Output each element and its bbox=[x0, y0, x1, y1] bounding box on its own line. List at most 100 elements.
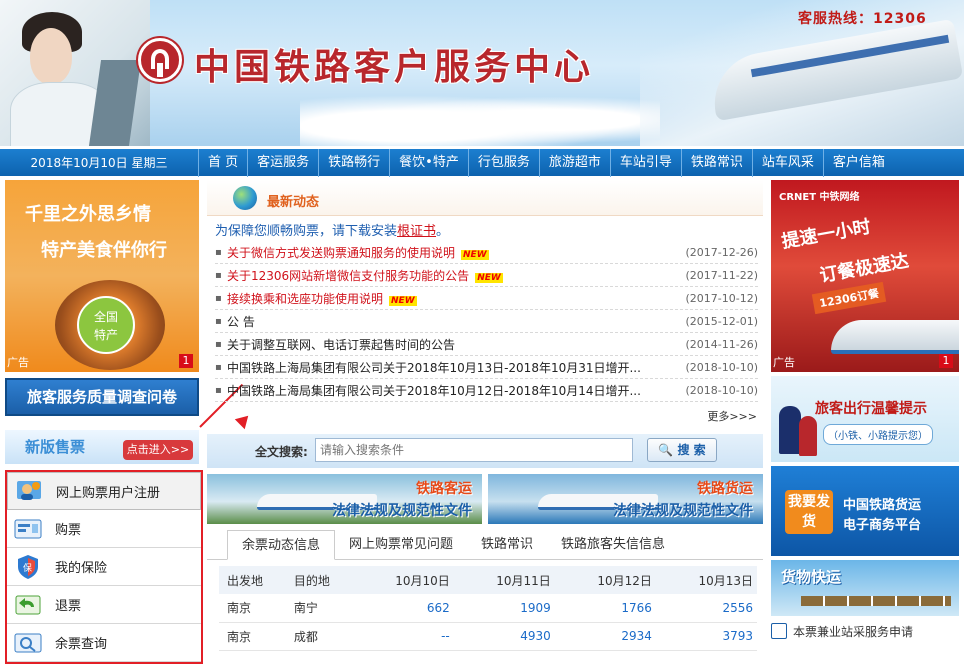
nav-item-railway-travel[interactable]: 铁路畅行 bbox=[318, 148, 389, 177]
ticket-count-cell[interactable]: 2556 bbox=[655, 594, 757, 623]
column-header: 10月12日 bbox=[554, 566, 656, 594]
menu-item-user-register[interactable]: 网上购票用户注册 bbox=[7, 472, 201, 510]
menu-item-ticket-query[interactable]: 余票查询 bbox=[7, 624, 201, 662]
news-date: (2018-10-10) bbox=[685, 360, 758, 374]
news-title[interactable]: 关于12306网站新增微信支付服务功能的公告 NEW bbox=[227, 267, 678, 284]
freight-train-image bbox=[801, 596, 951, 606]
customer-service-agent-image bbox=[0, 0, 150, 146]
search-input[interactable] bbox=[315, 438, 633, 462]
nav-item-home[interactable]: 首 页 bbox=[198, 148, 247, 177]
left-column: 千里之外思乡情 特产美食伴你行 全国 特产 广告 1 旅客服务质量调查问卷 新版… bbox=[5, 180, 203, 664]
ticket-count-cell[interactable]: 4930 bbox=[453, 622, 555, 651]
news-list: ▪ 关于微信方式发送购票通知服务的使用说明 NEW (2017-12-26) ▪ … bbox=[215, 241, 758, 402]
nav-item-customer-mailbox[interactable]: 客户信箱 bbox=[822, 148, 894, 177]
news-title[interactable]: 中国铁路上海局集团有限公司关于2018年10月12日-2018年10月14日增开… bbox=[227, 382, 678, 399]
menu-item-refund[interactable]: 退票 bbox=[7, 586, 201, 624]
tab-passenger-dishonesty[interactable]: 铁路旅客失信信息 bbox=[547, 530, 679, 560]
ad-index[interactable]: 1 bbox=[939, 354, 953, 368]
latest-news-header: 最新动态 bbox=[207, 180, 763, 216]
ticket-count-cell[interactable]: 1766 bbox=[554, 594, 656, 623]
specialty-food-ad[interactable]: 千里之外思乡情 特产美食伴你行 全国 特产 广告 1 bbox=[5, 180, 199, 372]
ad-label: 广告 bbox=[773, 356, 795, 369]
news-date: (2015-12-01) bbox=[685, 314, 758, 328]
service-application-link[interactable]: 本票兼业站采服务申请 bbox=[771, 622, 959, 640]
news-item[interactable]: ▪ 中国铁路上海局集团有限公司关于2018年10月12日-2018年10月14日… bbox=[215, 379, 758, 402]
table-header-row: 出发地 目的地 10月10日 10月11日 10月12日 10月13日 bbox=[219, 566, 757, 594]
news-item[interactable]: ▪ 关于调整互联网、电话订票起售时间的公告 (2014-11-26) bbox=[215, 333, 758, 356]
column-header: 目的地 bbox=[285, 566, 353, 594]
train-image bbox=[831, 320, 959, 354]
ship-goods-badge: 我要发货 bbox=[785, 490, 833, 534]
ticket-count-cell[interactable]: 2934 bbox=[554, 622, 656, 651]
news-title[interactable]: 关于调整互联网、电话订票起售时间的公告 bbox=[227, 336, 678, 353]
new-ticketing-label: 新版售票 bbox=[25, 438, 86, 456]
ad-index[interactable]: 1 bbox=[179, 354, 193, 368]
root-certificate-notice: 为保障您顺畅购票，请下载安装根证书。 bbox=[215, 224, 450, 239]
news-item[interactable]: ▪ 接续换乘和选座功能使用说明 NEW (2017-10-12) bbox=[215, 287, 758, 310]
menu-item-my-insurance[interactable]: 保 我的保险 bbox=[7, 548, 201, 586]
ticket-count-cell[interactable]: 3793 bbox=[655, 622, 757, 651]
crnet-logo: CRNET 中铁网络 bbox=[779, 192, 860, 203]
menu-item-buy-ticket[interactable]: 购票 bbox=[7, 510, 201, 548]
column-header: 10月11日 bbox=[453, 566, 555, 594]
news-date: (2014-11-26) bbox=[685, 337, 758, 351]
news-item[interactable]: ▪ 中国铁路上海局集团有限公司关于2018年10月13日-2018年10月31日… bbox=[215, 356, 758, 379]
meal-order-ad[interactable]: CRNET 中铁网络 提速一小时 订餐极速达 12306订餐 广告 1 bbox=[771, 180, 959, 372]
cargo-express-banner[interactable]: 货物快运 bbox=[771, 560, 959, 616]
freight-regulations-banner[interactable]: 铁路货运 法律法规及规范性文件 bbox=[488, 474, 763, 524]
nav-item-travel-market[interactable]: 旅游超市 bbox=[538, 148, 610, 177]
news-title[interactable]: 中国铁路上海局集团有限公司关于2018年10月13日-2018年10月31日增开… bbox=[227, 359, 678, 376]
latest-news-title: 最新动态 bbox=[267, 195, 320, 210]
search-button[interactable]: 🔍 搜 索 bbox=[647, 438, 717, 462]
ticket-purchase-icon bbox=[13, 516, 43, 542]
insurance-shield-icon: 保 bbox=[13, 554, 43, 580]
nav-item-station-guide[interactable]: 车站引导 bbox=[609, 148, 681, 177]
full-text-search-bar: 全文搜索: 🔍 搜 索 bbox=[207, 434, 763, 468]
regulation-banners: 铁路客运 法律法规及规范性文件 铁路货运 法律法规及规范性文件 bbox=[207, 474, 763, 524]
nav-item-luggage-service[interactable]: 行包服务 bbox=[467, 148, 539, 177]
tab-remaining-tickets[interactable]: 余票动态信息 bbox=[227, 530, 336, 560]
ad-line-1: 千里之外思乡情 bbox=[25, 204, 151, 225]
news-title[interactable]: 公 告 bbox=[227, 313, 678, 330]
column-header: 10月13日 bbox=[655, 566, 757, 594]
tab-railway-knowledge[interactable]: 铁路常识 bbox=[467, 530, 547, 560]
ad-label: 广告 bbox=[7, 356, 29, 369]
ticket-count-cell[interactable]: 1909 bbox=[453, 594, 555, 623]
news-title[interactable]: 关于微信方式发送购票通知服务的使用说明 NEW bbox=[227, 244, 678, 261]
new-badge-icon: NEW bbox=[475, 272, 503, 283]
table-row: 南京 南宁 662 1909 1766 2556 bbox=[219, 594, 757, 623]
more-news-link[interactable]: 更多>>> bbox=[207, 408, 757, 424]
news-item[interactable]: ▪ 公 告 (2015-12-01) bbox=[215, 310, 758, 333]
service-quality-survey-button[interactable]: 旅客服务质量调查问卷 bbox=[5, 378, 199, 416]
search-icon: 🔍 bbox=[658, 443, 674, 457]
news-title[interactable]: 接续换乘和选座功能使用说明 NEW bbox=[227, 290, 678, 307]
root-certificate-link[interactable]: 根证书 bbox=[397, 224, 436, 239]
travel-tips-banner[interactable]: 旅客出行温馨提示 （小铁、小路提示您） bbox=[771, 376, 959, 462]
ad-line-2: 特产美食伴你行 bbox=[41, 240, 167, 261]
phone-icon bbox=[771, 623, 787, 639]
passenger-regulations-banner[interactable]: 铁路客运 法律法规及规范性文件 bbox=[207, 474, 482, 524]
news-item[interactable]: ▪ 关于12306网站新增微信支付服务功能的公告 NEW (2017-11-22) bbox=[215, 264, 758, 287]
tab-online-ticket-faq[interactable]: 网上购票常见问题 bbox=[335, 530, 467, 560]
staff-figure-image bbox=[779, 406, 801, 454]
new-ticketing-entry[interactable]: 新版售票 点击进入>> bbox=[5, 430, 199, 464]
column-header: 10月10日 bbox=[352, 566, 454, 594]
refund-arrow-icon bbox=[13, 592, 43, 618]
nav-item-food-specialties[interactable]: 餐饮•特产 bbox=[389, 148, 468, 177]
ticket-count-cell[interactable]: 662 bbox=[352, 594, 454, 623]
click-enter-button[interactable]: 点击进入>> bbox=[123, 440, 193, 460]
new-badge-icon: NEW bbox=[461, 249, 489, 260]
globe-icon bbox=[233, 186, 257, 210]
nav-item-passenger-service[interactable]: 客运服务 bbox=[247, 148, 318, 177]
nav-item-railway-knowledge[interactable]: 铁路常识 bbox=[680, 148, 752, 177]
site-title: 中国铁路客户服务中心 bbox=[194, 46, 595, 88]
nav-item-station-style[interactable]: 站车风采 bbox=[751, 148, 823, 177]
news-date: (2017-10-12) bbox=[685, 291, 758, 305]
freight-ecommerce-banner[interactable]: 我要发货 中国铁路货运 电子商务平台 bbox=[771, 466, 959, 556]
news-date: (2017-12-26) bbox=[685, 245, 758, 259]
ticket-count-cell[interactable]: -- bbox=[352, 622, 454, 651]
news-item[interactable]: ▪ 关于微信方式发送购票通知服务的使用说明 NEW (2017-12-26) bbox=[215, 241, 758, 264]
info-tabs: 余票动态信息 网上购票常见问题 铁路常识 铁路旅客失信信息 bbox=[207, 530, 763, 560]
news-date: (2018-10-10) bbox=[685, 383, 758, 397]
staff-figure-image bbox=[799, 416, 817, 456]
